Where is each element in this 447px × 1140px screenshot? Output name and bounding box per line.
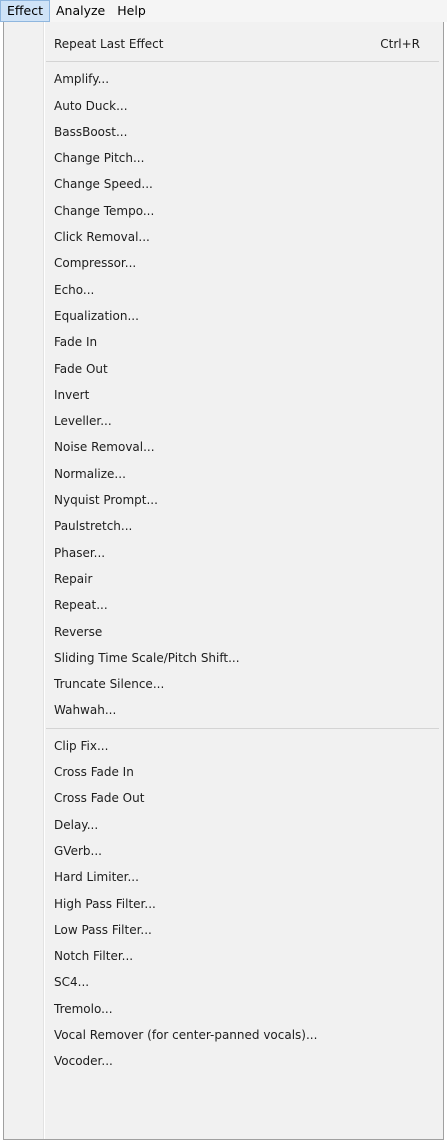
effects-group-plugins: Clip Fix... Cross Fade In Cross Fade Out De… <box>4 733 443 1075</box>
menu-item-label: Auto Duck... <box>54 98 128 113</box>
menu-item-normalize[interactable]: Normalize... <box>4 461 443 487</box>
menu-item-label: Reverse <box>54 624 103 639</box>
effect-dropdown-menu: Repeat Last Effect Ctrl+R Amplify... Auto… <box>3 22 444 1140</box>
menu-item-compressor[interactable]: Compressor... <box>4 250 443 276</box>
menu-item-change-tempo[interactable]: Change Tempo... <box>4 198 443 224</box>
menu-item-paulstretch[interactable]: Paulstretch... <box>4 513 443 539</box>
menu-item-label: Echo... <box>54 282 95 297</box>
menu-item-amplify[interactable]: Amplify... <box>4 66 443 92</box>
menu-item-label: Tremolo... <box>54 1001 113 1016</box>
menu-item-label: Cross Fade In <box>54 765 134 780</box>
menu-item-fade-in[interactable]: Fade In <box>4 329 443 355</box>
menu-item-low-pass-filter[interactable]: Low Pass Filter... <box>4 917 443 943</box>
menu-item-label: Clip Fix... <box>54 738 109 753</box>
menu-item-repeat-last-effect[interactable]: Repeat Last Effect Ctrl+R <box>4 31 443 57</box>
menu-item-label: Click Removal... <box>54 230 150 245</box>
menu-item-truncate-silence[interactable]: Truncate Silence... <box>4 671 443 697</box>
menu-item-delay[interactable]: Delay... <box>4 812 443 838</box>
menu-item-hard-limiter[interactable]: Hard Limiter... <box>4 864 443 890</box>
menu-item-vocoder[interactable]: Vocoder... <box>4 1048 443 1074</box>
effect-menu-list: Repeat Last Effect Ctrl+R Amplify... Auto… <box>4 31 443 1075</box>
menu-item-label: Repair <box>54 571 93 586</box>
menu-item-tremolo[interactable]: Tremolo... <box>4 996 443 1022</box>
menu-item-bassboost[interactable]: BassBoost... <box>4 119 443 145</box>
menu-item-high-pass-filter[interactable]: High Pass Filter... <box>4 891 443 917</box>
menu-analyze[interactable]: Analyze <box>50 0 111 22</box>
menu-item-label: Fade In <box>54 335 98 350</box>
menu-item-leveller[interactable]: Leveller... <box>4 408 443 434</box>
menu-item-sliding-time-scale-pitch-shift[interactable]: Sliding Time Scale/Pitch Shift... <box>4 645 443 671</box>
menu-item-fade-out[interactable]: Fade Out <box>4 356 443 382</box>
menu-item-auto-duck[interactable]: Auto Duck... <box>4 93 443 119</box>
menu-item-wahwah[interactable]: Wahwah... <box>4 697 443 723</box>
menu-item-label: Change Tempo... <box>54 203 155 218</box>
menu-item-label: Notch Filter... <box>54 949 134 964</box>
menu-item-label: Low Pass Filter... <box>54 922 152 937</box>
menu-item-gverb[interactable]: GVerb... <box>4 838 443 864</box>
menu-item-label: Amplify... <box>54 72 110 87</box>
menu-item-label: Paulstretch... <box>54 519 133 534</box>
menu-item-repair[interactable]: Repair <box>4 566 443 592</box>
menu-item-cross-fade-in[interactable]: Cross Fade In <box>4 759 443 785</box>
menu-item-label: Sliding Time Scale/Pitch Shift... <box>54 650 240 665</box>
menu-effect[interactable]: Effect <box>0 0 50 22</box>
menu-item-label: SC4... <box>54 975 90 990</box>
menu-bar: Effect Analyze Help <box>0 0 447 22</box>
menu-item-label: Compressor... <box>54 256 137 271</box>
menu-item-notch-filter[interactable]: Notch Filter... <box>4 943 443 969</box>
menu-item-vocal-remover-for-center-panned-vocals[interactable]: Vocal Remover (for center-panned vocals)… <box>4 1022 443 1048</box>
menu-item-label: BassBoost... <box>54 124 128 139</box>
menu-item-change-pitch[interactable]: Change Pitch... <box>4 145 443 171</box>
menu-item-label: Delay... <box>54 817 99 832</box>
menu-item-sc4[interactable]: SC4... <box>4 969 443 995</box>
menu-item-change-speed[interactable]: Change Speed... <box>4 171 443 197</box>
menu-item-label: Repeat... <box>54 598 108 613</box>
menu-item-label: Vocal Remover (for center-panned vocals)… <box>54 1027 318 1042</box>
menu-item-label: Repeat Last Effect <box>54 37 164 51</box>
menu-item-label: Invert <box>54 387 90 402</box>
menu-separator <box>4 57 443 66</box>
menu-item-equalization[interactable]: Equalization... <box>4 303 443 329</box>
menu-item-label: GVerb... <box>54 843 102 858</box>
effects-group-builtin: Amplify... Auto Duck... BassBoost... Change… <box>4 66 443 723</box>
menu-item-label: Phaser... <box>54 545 106 560</box>
menu-item-label: Vocoder... <box>54 1054 113 1069</box>
menu-item-repeat[interactable]: Repeat... <box>4 592 443 618</box>
menu-item-label: Truncate Silence... <box>54 677 165 692</box>
menu-item-label: Fade Out <box>54 361 108 376</box>
menu-item-label: Hard Limiter... <box>54 870 139 885</box>
menu-item-nyquist-prompt[interactable]: Nyquist Prompt... <box>4 487 443 513</box>
menu-item-label: Normalize... <box>54 466 126 481</box>
menu-item-shortcut: Ctrl+R <box>380 37 420 51</box>
menu-item-label: Leveller... <box>54 414 112 429</box>
menu-separator <box>4 724 443 733</box>
menu-item-reverse[interactable]: Reverse <box>4 619 443 645</box>
menu-item-noise-removal[interactable]: Noise Removal... <box>4 434 443 460</box>
menu-item-phaser[interactable]: Phaser... <box>4 540 443 566</box>
menu-item-clip-fix[interactable]: Clip Fix... <box>4 733 443 759</box>
menu-item-label: Equalization... <box>54 308 139 323</box>
menu-item-label: Noise Removal... <box>54 440 155 455</box>
menu-item-click-removal[interactable]: Click Removal... <box>4 224 443 250</box>
menu-item-invert[interactable]: Invert <box>4 382 443 408</box>
menu-item-label: High Pass Filter... <box>54 896 156 911</box>
menu-item-label: Nyquist Prompt... <box>54 493 158 508</box>
menu-item-label: Wahwah... <box>54 703 117 718</box>
menu-item-label: Change Speed... <box>54 177 153 192</box>
menu-item-label: Change Pitch... <box>54 151 145 166</box>
menu-item-label: Cross Fade Out <box>54 791 145 806</box>
menu-item-echo[interactable]: Echo... <box>4 277 443 303</box>
menu-item-cross-fade-out[interactable]: Cross Fade Out <box>4 785 443 811</box>
menu-help[interactable]: Help <box>111 0 152 22</box>
